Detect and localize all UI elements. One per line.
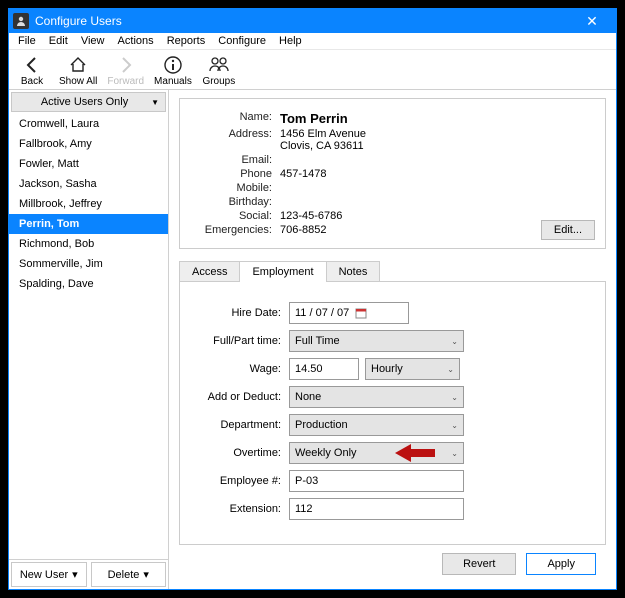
footer: Revert Apply xyxy=(179,545,606,581)
chevron-down-icon: ⌄ xyxy=(447,365,454,374)
main-panel: Name:Tom Perrin Address:1456 Elm AvenueC… xyxy=(169,90,616,589)
mobile-label: Mobile: xyxy=(192,182,280,194)
menu-file[interactable]: File xyxy=(13,33,41,49)
groups-icon xyxy=(207,54,231,76)
add-deduct-select[interactable]: None⌄ xyxy=(289,386,464,408)
user-list: Cromwell, LauraFallbrook, AmyFowler, Mat… xyxy=(9,114,168,559)
info-icon xyxy=(161,54,185,76)
new-user-button[interactable]: New User▾ xyxy=(11,562,87,587)
emergencies-label: Emergencies: xyxy=(192,224,280,236)
toolbar-back[interactable]: Back xyxy=(15,54,49,87)
chevron-down-icon: ⌄ xyxy=(451,449,458,458)
apply-button[interactable]: Apply xyxy=(526,553,596,575)
hire-date-label: Hire Date: xyxy=(194,307,289,319)
tabs: Access Employment Notes xyxy=(179,261,606,282)
toolbar: Back Show All Forward Manuals Groups xyxy=(9,50,616,90)
user-list-item[interactable]: Fowler, Matt xyxy=(9,154,168,174)
user-list-item[interactable]: Cromwell, Laura xyxy=(9,114,168,134)
user-list-item[interactable]: Sommerville, Jim xyxy=(9,254,168,274)
chevron-down-icon: ⌄ xyxy=(451,393,458,402)
address-label: Address: xyxy=(192,128,280,152)
birthday-value xyxy=(280,196,593,208)
tab-employment[interactable]: Employment xyxy=(239,261,326,282)
toolbar-forward: Forward xyxy=(107,54,144,87)
user-list-item[interactable]: Spalding, Dave xyxy=(9,274,168,294)
app-icon xyxy=(13,13,29,29)
menu-view[interactable]: View xyxy=(76,33,110,49)
tab-notes[interactable]: Notes xyxy=(326,261,381,282)
chevron-down-icon: ⌄ xyxy=(451,337,458,346)
employee-no-input[interactable] xyxy=(289,470,464,492)
sidebar: Active Users Only ▼ Cromwell, LauraFallb… xyxy=(9,90,169,589)
revert-button[interactable]: Revert xyxy=(442,553,516,575)
employment-panel: Hire Date: 11 / 07 / 07 Full/Part time: … xyxy=(179,281,606,545)
chevron-down-icon: ⌄ xyxy=(451,421,458,430)
user-info-card: Name:Tom Perrin Address:1456 Elm AvenueC… xyxy=(179,98,606,249)
user-list-item[interactable]: Jackson, Sasha xyxy=(9,174,168,194)
chevron-down-icon: ▾ xyxy=(72,568,78,581)
toolbar-manuals[interactable]: Manuals xyxy=(154,54,192,87)
menubar: File Edit View Actions Reports Configure… xyxy=(9,33,616,50)
department-select[interactable]: Production⌄ xyxy=(289,414,464,436)
chevron-down-icon: ▼ xyxy=(151,98,159,107)
user-list-item[interactable]: Fallbrook, Amy xyxy=(9,134,168,154)
hire-date-input[interactable]: 11 / 07 / 07 xyxy=(289,302,409,324)
mobile-value xyxy=(280,182,593,194)
birthday-label: Birthday: xyxy=(192,196,280,208)
menu-help[interactable]: Help xyxy=(274,33,307,49)
phone-value: 457-1478 xyxy=(280,168,593,180)
wage-type-select[interactable]: Hourly⌄ xyxy=(365,358,460,380)
home-icon xyxy=(66,54,90,76)
toolbar-showall[interactable]: Show All xyxy=(59,54,97,87)
address-value: 1456 Elm AvenueClovis, CA 93611 xyxy=(280,128,593,152)
overtime-select[interactable]: Weekly Only⌄ xyxy=(289,442,464,464)
chevron-down-icon: ▾ xyxy=(143,568,149,581)
tab-access[interactable]: Access xyxy=(179,261,240,282)
email-label: Email: xyxy=(192,154,280,166)
calendar-icon[interactable] xyxy=(355,307,367,319)
wage-input[interactable] xyxy=(289,358,359,380)
menu-reports[interactable]: Reports xyxy=(162,33,211,49)
overtime-label: Overtime: xyxy=(194,447,289,459)
user-list-item[interactable]: Perrin, Tom xyxy=(9,214,168,234)
fullpart-label: Full/Part time: xyxy=(194,335,289,347)
fullpart-select[interactable]: Full Time⌄ xyxy=(289,330,464,352)
add-deduct-label: Add or Deduct: xyxy=(194,391,289,403)
employee-no-label: Employee #: xyxy=(194,475,289,487)
user-filter-dropdown[interactable]: Active Users Only ▼ xyxy=(11,92,166,112)
delete-user-button[interactable]: Delete▾ xyxy=(91,562,167,587)
phone-label: Phone xyxy=(192,168,280,180)
wage-label: Wage: xyxy=(194,363,289,375)
user-list-item[interactable]: Richmond, Bob xyxy=(9,234,168,254)
back-icon xyxy=(20,54,44,76)
extension-input[interactable] xyxy=(289,498,464,520)
name-label: Name: xyxy=(192,111,280,126)
user-list-item[interactable]: Millbrook, Jeffrey xyxy=(9,194,168,214)
social-label: Social: xyxy=(192,210,280,222)
edit-button[interactable]: Edit... xyxy=(541,220,595,240)
titlebar: Configure Users ✕ xyxy=(9,9,616,33)
toolbar-groups[interactable]: Groups xyxy=(202,54,236,87)
email-value xyxy=(280,154,593,166)
extension-label: Extension: xyxy=(194,503,289,515)
menu-edit[interactable]: Edit xyxy=(44,33,73,49)
menu-actions[interactable]: Actions xyxy=(113,33,159,49)
menu-configure[interactable]: Configure xyxy=(213,33,271,49)
window-title: Configure Users xyxy=(35,14,572,28)
configure-users-window: Configure Users ✕ File Edit View Actions… xyxy=(8,8,617,590)
close-button[interactable]: ✕ xyxy=(572,13,612,30)
name-value: Tom Perrin xyxy=(280,111,593,126)
department-label: Department: xyxy=(194,419,289,431)
forward-icon xyxy=(114,54,138,76)
